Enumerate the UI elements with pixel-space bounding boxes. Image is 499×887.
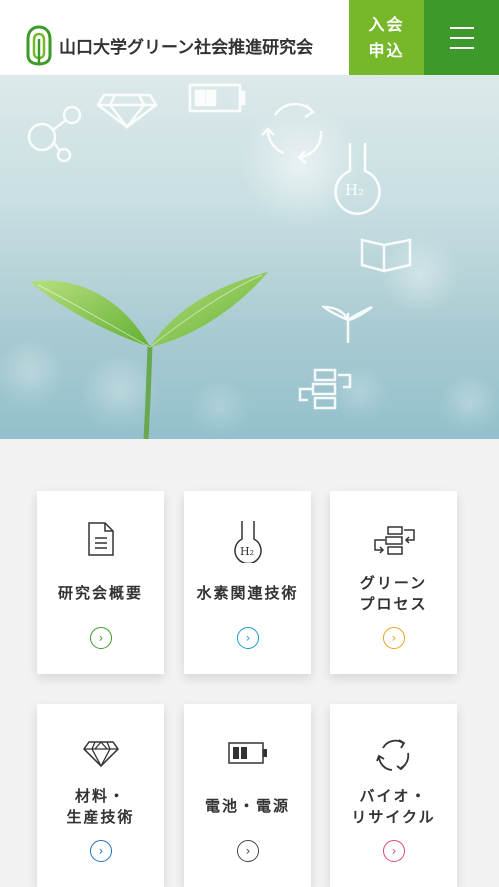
card-bio-recycle[interactable]: バイオ・ リサイクル › [330, 704, 457, 887]
card-label: 電池・電源 [204, 797, 290, 815]
hero-image: H₂ [0, 75, 499, 439]
card-label: グリーン プロセス [330, 573, 457, 615]
card-label: 材料・ 生産技術 [37, 786, 164, 828]
card-materials[interactable]: 材料・ 生産技術 › [37, 704, 164, 887]
hero-illustration: H₂ [0, 83, 499, 439]
join-label-line2: 申込 [368, 40, 405, 60]
card-label-line1: バイオ・ [359, 787, 428, 805]
site-logo[interactable]: 山口大学グリーン社会推進研究会 [26, 25, 313, 66]
menu-button[interactable] [424, 0, 499, 75]
card-battery[interactable]: 電池・電源 › [184, 704, 311, 887]
site-header: 山口大学グリーン社会推進研究会 入会 申込 [0, 0, 499, 75]
battery-icon [188, 83, 246, 113]
molecule-icon [27, 105, 82, 163]
card-hydrogen-tech[interactable]: H₂ 水素関連技術 › [184, 491, 311, 674]
card-label-line1: グリーン [359, 574, 428, 592]
arrow-right-icon: › [237, 627, 259, 649]
card-green-process[interactable]: グリーン プロセス › [330, 491, 457, 674]
arrow-right-icon: › [383, 627, 405, 649]
join-label-line1: 入会 [368, 14, 405, 34]
logo-mark-icon [26, 25, 52, 66]
arrow-right-icon: › [90, 840, 112, 862]
diamond-icon [96, 93, 158, 130]
category-cards: 研究会概要 › H₂ 水素関連技術 › グリーン プロセス › 材料・ 生産技術… [0, 439, 499, 887]
hydrogen-flask-icon: H₂ [184, 519, 311, 563]
card-research-overview[interactable]: 研究会概要 › [37, 491, 164, 674]
org-name: 山口大学グリーン社会推進研究会 [59, 38, 314, 58]
card-label-line2: リサイクル [351, 808, 436, 826]
hamburger-icon [450, 27, 474, 29]
card-label-line2: プロセス [359, 595, 428, 613]
process-icon [330, 525, 457, 565]
svg-text:H₂: H₂ [345, 181, 364, 199]
arrow-right-icon: › [90, 627, 112, 649]
arrow-right-icon: › [383, 840, 405, 862]
card-label-line2: 生産技術 [66, 808, 135, 826]
document-icon [37, 521, 164, 561]
battery-icon [184, 742, 311, 782]
card-label: バイオ・ リサイクル [330, 786, 457, 828]
svg-text:H₂: H₂ [240, 545, 254, 558]
join-button[interactable]: 入会 申込 [349, 0, 424, 75]
arrow-right-icon: › [237, 840, 259, 862]
hamburger-icon-bar [450, 37, 474, 39]
recycle-icon [330, 736, 457, 776]
card-label-line1: 材料・ [74, 787, 126, 805]
card-label: 研究会概要 [57, 584, 143, 602]
card-label: 水素関連技術 [196, 584, 299, 602]
diamond-icon [37, 740, 164, 780]
hamburger-icon-bar [450, 47, 474, 49]
